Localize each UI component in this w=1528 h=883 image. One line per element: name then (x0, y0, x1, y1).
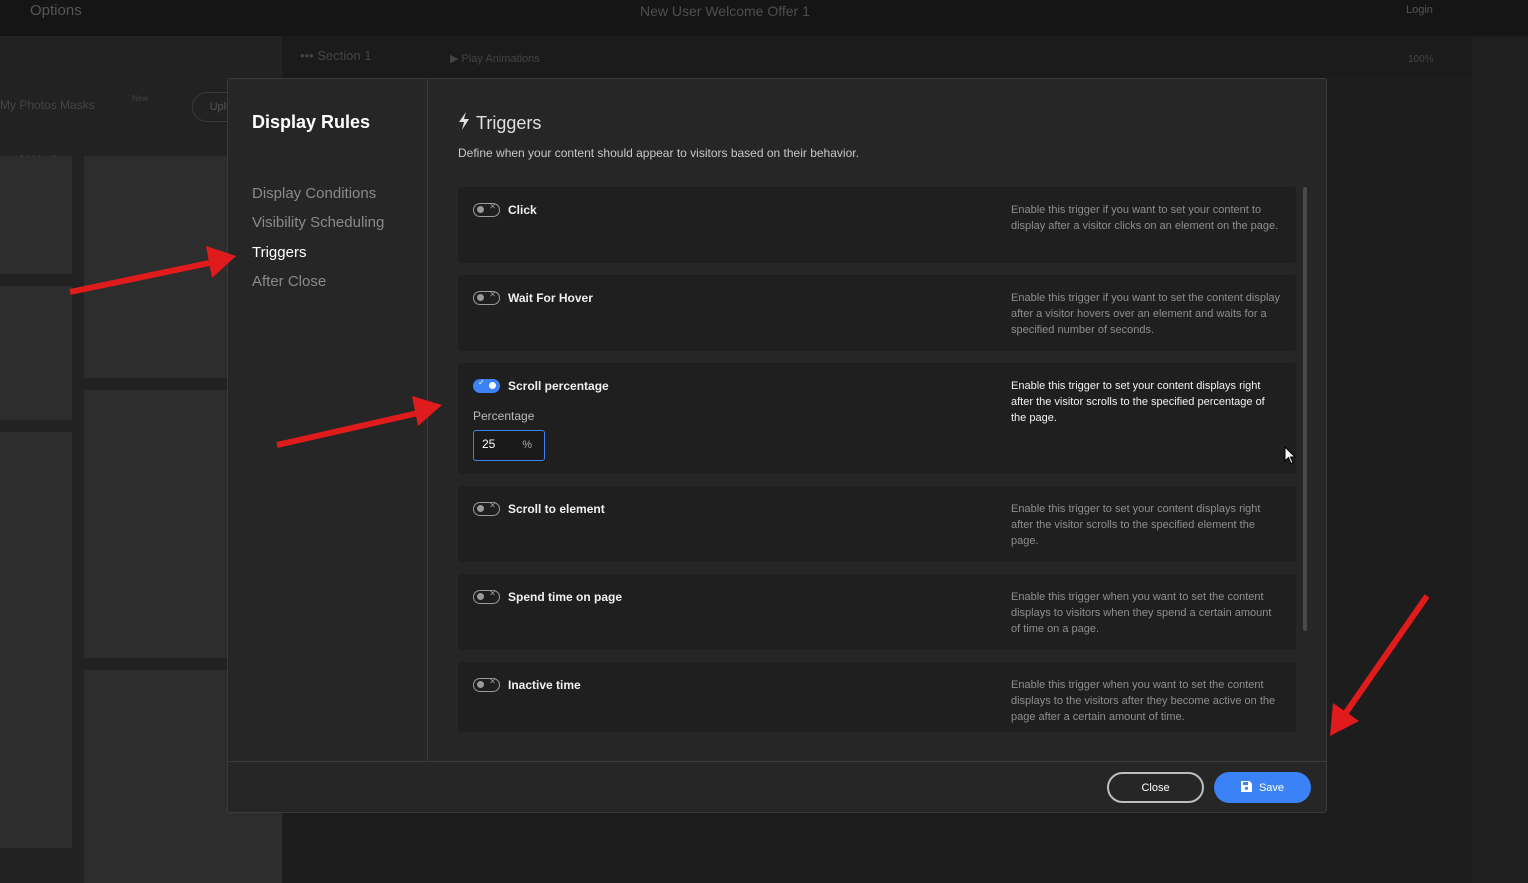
annotation-arrow (276, 396, 442, 448)
annotation-arrows (69, 246, 1430, 736)
annotation-arrow (69, 246, 236, 295)
annotation-arrow (1330, 594, 1430, 736)
